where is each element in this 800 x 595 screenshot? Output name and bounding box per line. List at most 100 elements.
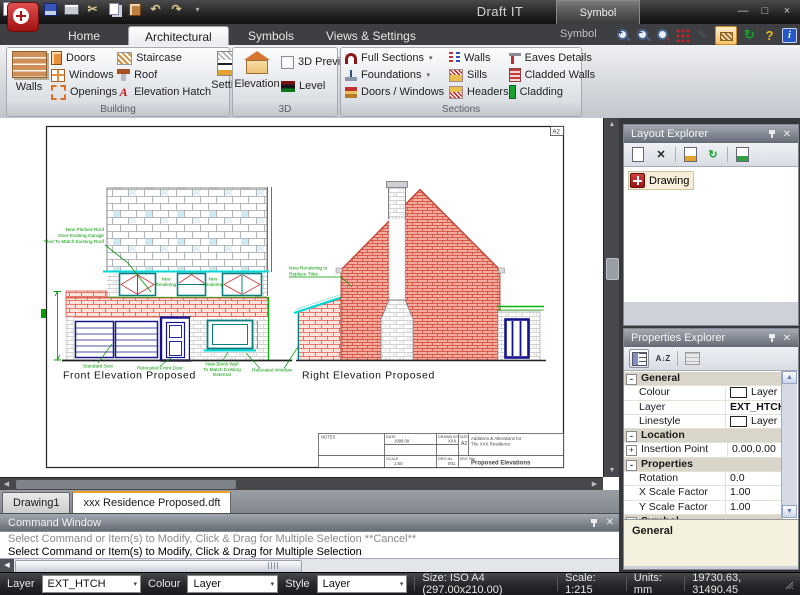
qat-customize-caret[interactable]: ▾ bbox=[189, 1, 206, 17]
garage-door-1[interactable] bbox=[76, 322, 114, 358]
property-row[interactable]: +Insertion Point0.00,0.00 bbox=[624, 443, 783, 457]
layout-list[interactable]: Drawing bbox=[624, 167, 798, 302]
drawing-viewport[interactable]: A2 bbox=[0, 118, 603, 477]
undo-icon[interactable]: ↶ bbox=[147, 1, 164, 17]
properties-explorer-titlebar[interactable]: Properties Explorer ✕ bbox=[624, 329, 798, 347]
delete-layout-button[interactable]: ✕ bbox=[652, 146, 670, 163]
doors-button[interactable]: Doors bbox=[51, 50, 117, 66]
walls-button[interactable]: Walls bbox=[7, 48, 51, 103]
property-category[interactable]: -General bbox=[624, 372, 783, 386]
pin-icon[interactable] bbox=[768, 129, 776, 139]
scroll-grip[interactable] bbox=[268, 562, 278, 569]
cladding-button[interactable]: Cladding bbox=[509, 84, 583, 100]
copy-icon[interactable] bbox=[105, 1, 122, 17]
hatch-tool-button[interactable] bbox=[715, 26, 737, 45]
tab-views-settings[interactable]: Views & Settings bbox=[310, 26, 432, 45]
upper-window-2[interactable] bbox=[178, 274, 206, 296]
doc-tab-residence[interactable]: xxx Residence Proposed.dft bbox=[72, 491, 231, 513]
info-icon[interactable]: i bbox=[782, 28, 797, 43]
canvas-vertical-scrollbar[interactable]: ▲ ▼ bbox=[603, 118, 620, 477]
elevation-hatch-button[interactable]: AElevation Hatch bbox=[117, 84, 211, 100]
level-button[interactable]: Level bbox=[281, 78, 337, 94]
zoom-out-icon[interactable]: − bbox=[636, 28, 651, 43]
sills-button[interactable]: Sills bbox=[449, 67, 509, 83]
tab-architectural[interactable]: Architectural bbox=[128, 26, 229, 46]
command-window-body[interactable]: Select Command or Item(s) to Modify, Cli… bbox=[0, 531, 622, 558]
property-value[interactable]: Layer bbox=[726, 415, 783, 428]
canvas-horizontal-scrollbar[interactable]: ◀ ▶ bbox=[0, 477, 603, 491]
pin-icon[interactable] bbox=[590, 518, 598, 528]
roof-button[interactable]: Roof bbox=[117, 67, 211, 83]
new-layout-button[interactable] bbox=[629, 146, 647, 163]
property-row[interactable]: Rotation0.0 bbox=[624, 472, 783, 486]
refresh-icon[interactable]: ↻ bbox=[742, 28, 757, 43]
collapse-icon[interactable]: - bbox=[626, 517, 637, 519]
foundations-button[interactable]: Foundations▾ bbox=[345, 67, 449, 83]
property-row[interactable]: LinestyleLayer bbox=[624, 415, 783, 429]
resize-grip[interactable] bbox=[785, 580, 793, 589]
close-button[interactable]: × bbox=[780, 5, 794, 17]
property-pages-button[interactable] bbox=[683, 350, 701, 367]
property-row[interactable]: ColourLayer bbox=[624, 386, 783, 400]
command-scrollbar[interactable]: ◀ bbox=[0, 558, 622, 573]
layout-explorer-titlebar[interactable]: Layout Explorer ✕ bbox=[624, 125, 798, 143]
minimize-button[interactable]: — bbox=[736, 5, 750, 17]
property-value[interactable]: Layer bbox=[726, 386, 783, 399]
scroll-up-icon[interactable]: ▲ bbox=[782, 371, 797, 384]
tab-symbols[interactable]: Symbols bbox=[232, 26, 310, 45]
staircase-button[interactable]: Staircase bbox=[117, 50, 211, 66]
garage-door-2[interactable] bbox=[116, 322, 158, 358]
openings-button[interactable]: Openings bbox=[51, 84, 117, 100]
property-value[interactable]: 0.00,0.00 bbox=[728, 443, 783, 456]
cladded-walls-button[interactable]: Cladded Walls bbox=[509, 67, 583, 83]
pin-icon[interactable] bbox=[768, 333, 776, 343]
eaves-details-button[interactable]: Eaves Details bbox=[509, 50, 583, 66]
horizontal-scroll-thumb[interactable] bbox=[16, 480, 236, 489]
grid-scrollbar[interactable]: ▲ ▼ bbox=[781, 371, 797, 518]
colour-combo[interactable]: Layer ▾ bbox=[187, 575, 278, 593]
upper-window-3[interactable] bbox=[223, 274, 262, 296]
layout-item-drawing[interactable]: Drawing bbox=[628, 171, 694, 190]
style-combo[interactable]: Layer ▾ bbox=[317, 575, 408, 593]
property-category[interactable]: -Symbol bbox=[624, 515, 783, 519]
maximize-button[interactable]: □ bbox=[758, 5, 772, 17]
collapse-icon[interactable]: - bbox=[626, 460, 637, 471]
property-row[interactable]: X Scale Factor1.00 bbox=[624, 486, 783, 500]
elevation-button[interactable]: Elevation bbox=[233, 48, 281, 103]
close-panel-icon[interactable]: ✕ bbox=[783, 333, 791, 344]
scroll-up-icon[interactable]: ▲ bbox=[604, 118, 620, 131]
paste-icon[interactable] bbox=[126, 1, 143, 17]
row-gutter[interactable]: + bbox=[626, 445, 637, 456]
vertical-scroll-thumb[interactable] bbox=[606, 258, 619, 280]
windows-button[interactable]: Windows bbox=[51, 67, 117, 83]
property-category[interactable]: -Properties bbox=[624, 458, 783, 472]
property-value[interactable]: 0.0 bbox=[726, 472, 783, 485]
import-layout-button[interactable] bbox=[681, 146, 699, 163]
property-value[interactable]: 1.00 bbox=[726, 501, 783, 514]
title-block[interactable]: NOTES DATE 1999.09 DRAWN BY XXX SIZE A2 … bbox=[319, 434, 564, 468]
doors-windows-sections-button[interactable]: Doors / Windows▾ bbox=[345, 84, 449, 100]
close-panel-icon[interactable]: ✕ bbox=[606, 517, 614, 528]
upper-window-1[interactable] bbox=[120, 274, 156, 296]
tab-home[interactable]: Home bbox=[52, 26, 116, 45]
ground-window[interactable] bbox=[204, 321, 258, 351]
export-layout-button[interactable] bbox=[733, 146, 751, 163]
section-walls-button[interactable]: Walls bbox=[449, 50, 509, 66]
cut-icon[interactable]: ✂ bbox=[84, 1, 101, 17]
property-category[interactable]: -Location bbox=[624, 429, 783, 443]
alphabetical-view-button[interactable]: A↓Z bbox=[654, 350, 672, 367]
save-icon[interactable] bbox=[42, 1, 59, 17]
close-panel-icon[interactable]: ✕ bbox=[783, 129, 791, 140]
sketch-icon[interactable]: ✎ bbox=[695, 28, 710, 43]
context-tab-label[interactable]: Symbol bbox=[560, 28, 597, 40]
front-door[interactable] bbox=[161, 318, 190, 361]
refresh-layout-button[interactable]: ↻ bbox=[704, 146, 722, 163]
full-sections-button[interactable]: Full Sections▾ bbox=[345, 50, 449, 66]
scroll-down-icon[interactable]: ▼ bbox=[782, 505, 797, 518]
print-icon[interactable] bbox=[63, 1, 80, 17]
zoom-in-icon[interactable]: + bbox=[616, 28, 631, 43]
command-window-header[interactable]: Command Window ✕ bbox=[0, 513, 622, 531]
collapse-icon[interactable]: - bbox=[626, 374, 637, 385]
scroll-left-icon[interactable]: ◀ bbox=[0, 559, 14, 572]
property-row[interactable]: Y Scale Factor1.00 bbox=[624, 501, 783, 515]
